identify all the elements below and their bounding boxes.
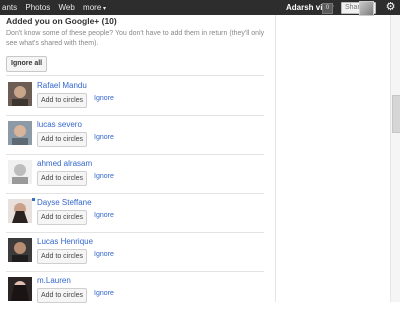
nav-item-web[interactable]: Web — [59, 3, 75, 12]
add-to-circles-button[interactable]: Add to circles — [37, 171, 88, 186]
online-indicator — [32, 198, 35, 201]
add-to-circles-button[interactable]: Add to circles — [37, 249, 88, 264]
person-name[interactable]: m.Lauren — [37, 276, 71, 285]
person-name[interactable]: Dayse Steffane — [37, 198, 92, 207]
divider — [6, 115, 264, 116]
description-text: Don't know some of these people? You don… — [6, 30, 265, 47]
avatar[interactable] — [8, 238, 32, 262]
avatar[interactable] — [8, 199, 32, 223]
ignore-all-button[interactable]: Ignore all — [6, 56, 48, 72]
top-bar: ants Photos Web more Adarsh vijay 0 Shar… — [0, 0, 400, 16]
main-panel: Added you on Google+ (10) Don't know som… — [0, 15, 275, 303]
page-title: Added you on Google+ (10) — [6, 16, 117, 26]
avatar[interactable] — [8, 82, 32, 106]
add-to-circles-button[interactable]: Add to circles — [37, 210, 88, 225]
sidebar-divider — [275, 15, 276, 302]
nav-item-ants[interactable]: ants — [2, 3, 17, 12]
scrollbar-thumb[interactable] — [392, 95, 400, 133]
list-item: Dayse Steffane Add to circles Ignore — [6, 196, 264, 234]
nav-item-photos[interactable]: Photos — [25, 3, 50, 12]
nav-item-more[interactable]: more — [83, 3, 106, 12]
list-item: m.Lauren Add to circles Ignore — [6, 274, 264, 312]
list-item: ahmed alrasam Add to circles Ignore — [6, 157, 264, 195]
notification-count[interactable]: 0 — [322, 3, 333, 14]
list-item: Rafael Mandu Add to circles Ignore — [6, 79, 264, 117]
ignore-link[interactable]: Ignore — [94, 251, 114, 258]
scrollbar[interactable] — [390, 15, 400, 302]
ignore-link[interactable]: Ignore — [94, 212, 114, 219]
list-item: lucas severo Add to circles Ignore — [6, 118, 264, 156]
avatar[interactable] — [8, 160, 32, 184]
divider — [6, 271, 264, 272]
divider — [6, 232, 264, 233]
divider — [6, 154, 264, 155]
list-item: Lucas Henrique Add to circles Ignore — [6, 235, 264, 273]
person-name[interactable]: lucas severo — [37, 120, 82, 129]
person-name[interactable]: Rafael Mandu — [37, 81, 87, 90]
avatar[interactable] — [8, 277, 32, 301]
ignore-link[interactable]: Ignore — [94, 173, 114, 180]
ignore-link[interactable]: Ignore — [94, 95, 114, 102]
ignore-link[interactable]: Ignore — [94, 134, 114, 141]
ignore-link[interactable]: Ignore — [94, 290, 114, 297]
add-to-circles-button[interactable]: Add to circles — [37, 288, 88, 303]
gear-icon[interactable]: ⚙ — [384, 1, 397, 14]
person-name[interactable]: Lucas Henrique — [37, 237, 93, 246]
avatar[interactable] — [8, 121, 32, 145]
add-to-circles-button[interactable]: Add to circles — [37, 132, 88, 147]
account-avatar[interactable] — [359, 1, 374, 16]
add-to-circles-button[interactable]: Add to circles — [37, 93, 88, 108]
person-name[interactable]: ahmed alrasam — [37, 159, 92, 168]
divider — [6, 193, 264, 194]
divider — [6, 75, 264, 76]
